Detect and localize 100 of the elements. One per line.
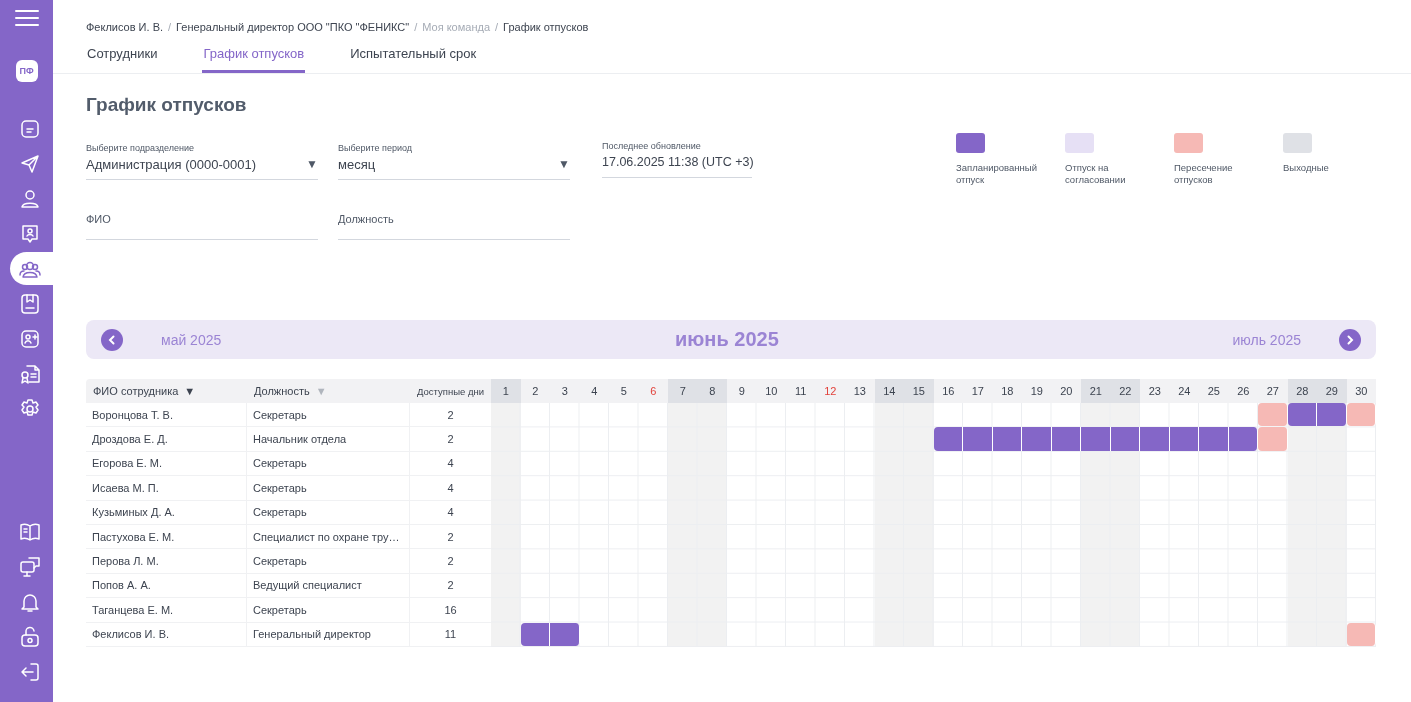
day-header: 19 — [1022, 379, 1052, 403]
employee-name-cell: Дроздова Е. Д. — [86, 427, 247, 452]
day-header: 2 — [520, 379, 550, 403]
day-header: 22 — [1110, 379, 1140, 403]
certificate-icon — [18, 362, 41, 385]
employee-name-cell: Попов А. А. — [86, 573, 247, 599]
unlock-icon — [18, 625, 41, 648]
breadcrumb-link[interactable]: Генеральный директор ООО "ПКО "ФЕНИКС" — [176, 21, 410, 33]
day-header: 5 — [609, 379, 639, 403]
column-header[interactable]: ФИО сотрудника ▼ — [86, 379, 247, 403]
day-header: 4 — [579, 379, 609, 403]
paper-plane-icon — [18, 152, 41, 175]
previous-month-button[interactable] — [101, 328, 123, 351]
day-header: 12 — [815, 379, 845, 403]
sidebar-item[interactable] — [10, 252, 53, 285]
sort-icon[interactable]: ▼ — [184, 385, 196, 397]
planned-vacation-block[interactable] — [1140, 427, 1170, 451]
day-header: 7 — [668, 379, 698, 403]
position-cell: Ведущий специалист — [247, 573, 410, 599]
legend-label: Отпуск на согласовании — [1065, 162, 1127, 186]
day-header: 6 — [638, 379, 668, 403]
available-days-cell: 4 — [410, 476, 491, 501]
column-header[interactable]: Должность ▼ — [247, 379, 410, 403]
position-cell: Начальник отдела — [247, 427, 410, 452]
planned-vacation-block[interactable] — [1051, 427, 1081, 451]
legend-label: Выходные — [1283, 162, 1330, 174]
available-days-cell: 4 — [410, 500, 491, 525]
tab[interactable]: График отпусков — [202, 46, 306, 73]
planned-vacation-block[interactable] — [1110, 427, 1140, 451]
available-days-cell: 4 — [410, 451, 491, 477]
page-title: График отпусков — [86, 94, 248, 116]
app-logo: ПФ — [15, 60, 38, 82]
day-header: 15 — [904, 379, 934, 403]
employee-name-cell: Пастухова Е. М. — [86, 524, 247, 550]
day-header: 18 — [992, 379, 1022, 403]
employee-name-cell: Егорова Е. М. — [86, 451, 247, 477]
position-cell: Специалист по охране тру… — [247, 524, 410, 550]
planned-vacation-block[interactable] — [1081, 427, 1111, 451]
planned-vacation-block[interactable] — [520, 622, 550, 646]
planned-vacation-block[interactable] — [992, 427, 1022, 451]
available-days-cell: 2 — [410, 524, 491, 550]
position-cell: Генеральный директор — [247, 622, 410, 647]
planned-vacation-block[interactable] — [933, 427, 963, 451]
last-update-field: Последнее обновление 17.06.2025 11:38 (UTC +3) — [602, 138, 752, 178]
menu-icon[interactable] — [14, 10, 39, 26]
column-header: Доступные дни — [410, 379, 491, 403]
bookmark-icon — [18, 292, 41, 315]
position-cell: Секретарь — [247, 476, 410, 501]
current-month-label: июнь 2025 — [673, 328, 780, 351]
planned-vacation-block[interactable] — [1022, 427, 1052, 451]
day-header: 11 — [786, 379, 816, 403]
logout-icon — [18, 660, 41, 683]
breadcrumb-separator: / — [414, 21, 418, 33]
breadcrumb-separator: / — [168, 21, 172, 33]
period-select[interactable]: Выберите период месяц ▼ — [338, 140, 570, 180]
day-header: 9 — [727, 379, 757, 403]
available-days-cell: 2 — [410, 427, 491, 452]
legend-label: Запланированный отпуск — [956, 162, 1038, 186]
tab[interactable]: Сотрудники — [86, 46, 159, 73]
legend-label: Пересечение отпусков — [1174, 162, 1234, 186]
tab[interactable]: Испытательный срок — [349, 46, 478, 73]
position-cell: Секретарь — [247, 451, 410, 477]
available-days-cell: 2 — [410, 573, 491, 599]
breadcrumb-link[interactable]: Феклисов И. В. — [86, 21, 164, 33]
available-days-cell: 11 — [410, 622, 491, 647]
employee-name-cell: Кузьминых Д. А. — [86, 500, 247, 525]
day-header: 1 — [491, 379, 521, 403]
planned-vacation-block[interactable] — [1199, 427, 1229, 451]
day-header: 20 — [1051, 379, 1081, 403]
available-days-cell: 2 — [410, 549, 491, 574]
day-header: 28 — [1287, 379, 1317, 403]
planned-vacation-block[interactable] — [1287, 403, 1317, 427]
document-icon — [18, 117, 41, 140]
chevron-left-icon — [107, 334, 117, 345]
monitor-chat-icon — [18, 555, 41, 578]
day-header: 30 — [1346, 379, 1376, 403]
department-select[interactable]: Выберите подразделение Администрация (0000-0001) ▼ — [86, 140, 318, 180]
planned-vacation-block[interactable] — [963, 427, 993, 451]
employee-name-cell: Воронцова Т. В. — [86, 403, 247, 428]
employee-name-cell: Перова Л. М. — [86, 549, 247, 574]
employee-name-cell: Исаева М. П. — [86, 476, 247, 501]
available-days-cell: 2 — [410, 403, 491, 428]
day-header: 24 — [1169, 379, 1199, 403]
add-user-icon — [18, 327, 41, 350]
breadcrumb-link[interactable]: График отпусков — [503, 21, 589, 33]
day-header: 3 — [550, 379, 580, 403]
day-header: 17 — [963, 379, 993, 403]
breadcrumb-separator: / — [495, 21, 499, 33]
next-month-button[interactable] — [1339, 328, 1361, 351]
position-cell: Секретарь — [247, 598, 410, 623]
day-header: 25 — [1199, 379, 1229, 403]
employee-name-cell: Феклисов И. В. — [86, 622, 247, 647]
user-icon — [18, 187, 41, 210]
day-header: 16 — [933, 379, 963, 403]
planned-vacation-block[interactable] — [1317, 403, 1347, 427]
day-header: 27 — [1258, 379, 1288, 403]
planned-vacation-block[interactable] — [1169, 427, 1199, 451]
planned-vacation-block[interactable] — [1228, 427, 1258, 451]
planned-vacation-block[interactable] — [550, 622, 580, 646]
position-cell: Секретарь — [247, 403, 410, 428]
